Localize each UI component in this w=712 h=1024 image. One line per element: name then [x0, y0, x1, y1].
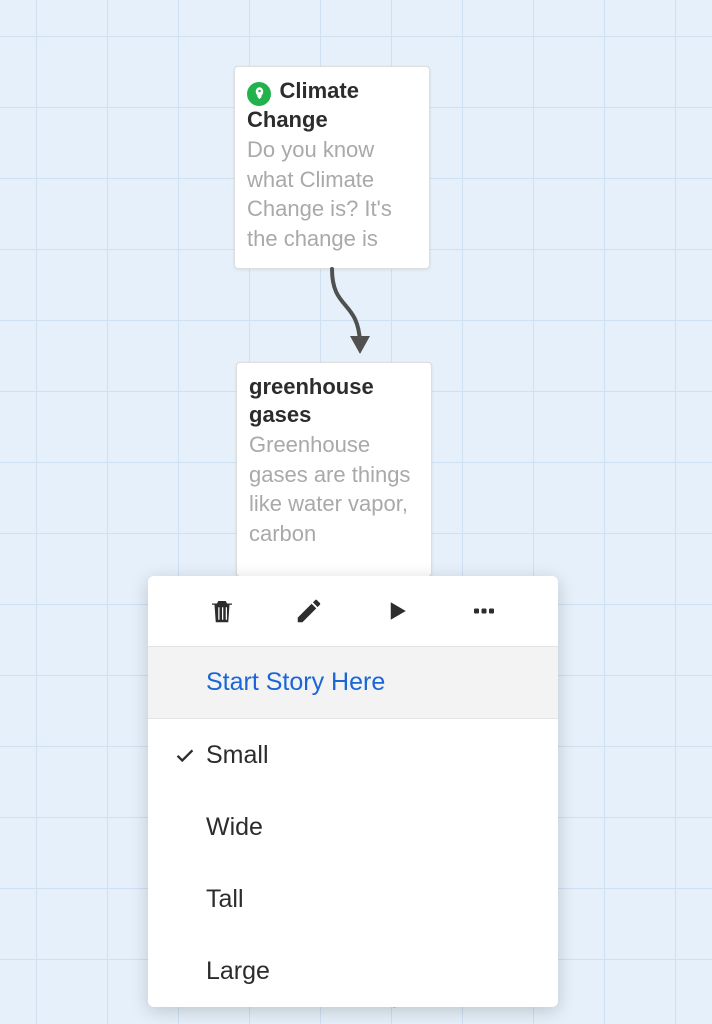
- menu-item-size-small[interactable]: Small: [148, 719, 558, 791]
- menu-item-start-story-here[interactable]: Start Story Here: [148, 647, 558, 719]
- trash-icon: [207, 596, 237, 626]
- node-body: Greenhouse gases are things like water v…: [249, 430, 419, 549]
- menu-item-label: Large: [206, 957, 270, 986]
- context-toolbar: [148, 576, 558, 647]
- menu-item-size-wide[interactable]: Wide: [148, 791, 558, 863]
- menu-item-label: Tall: [206, 885, 244, 914]
- edit-button[interactable]: [292, 594, 326, 628]
- more-icon: [469, 596, 499, 626]
- story-node-climate-change[interactable]: Climate Change Do you know what Climate …: [234, 66, 430, 269]
- node-context-menu: Start Story Here Small Wide Tall Large: [148, 576, 558, 1007]
- play-button[interactable]: [380, 594, 414, 628]
- menu-item-label: Small: [206, 741, 269, 770]
- menu-item-size-large[interactable]: Large: [148, 935, 558, 1007]
- delete-button[interactable]: [205, 594, 239, 628]
- pencil-icon: [294, 596, 324, 626]
- rocket-icon: [247, 82, 271, 106]
- menu-item-label: Start Story Here: [206, 668, 385, 697]
- more-button[interactable]: [467, 594, 501, 628]
- story-node-greenhouse-gases[interactable]: greenhouse gases Greenhouse gases are th…: [236, 362, 432, 577]
- play-icon: [382, 596, 412, 626]
- node-title: greenhouse gases: [249, 374, 374, 427]
- check-icon: [170, 744, 200, 766]
- menu-item-size-tall[interactable]: Tall: [148, 863, 558, 935]
- menu-item-label: Wide: [206, 813, 263, 842]
- node-body: Do you know what Climate Change is? It's…: [247, 135, 417, 254]
